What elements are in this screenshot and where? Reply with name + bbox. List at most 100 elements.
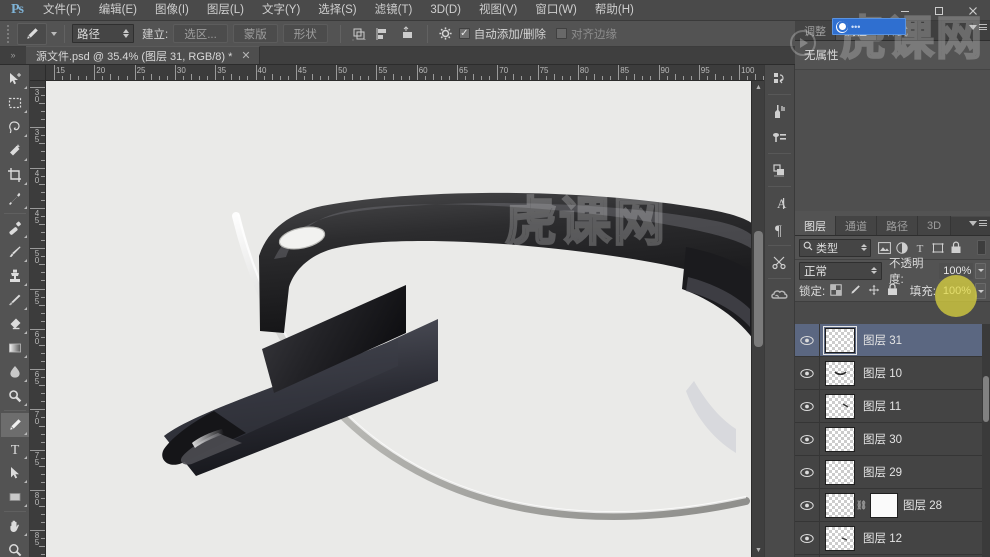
path-alignment-icon[interactable] (372, 23, 394, 44)
layer-name[interactable]: 图层 28 (903, 497, 942, 513)
blend-mode-spinner[interactable] (871, 267, 878, 274)
align-edges-box[interactable] (556, 28, 567, 39)
history-panel-icon[interactable] (764, 65, 795, 91)
table-row[interactable]: 图层 30 (795, 423, 990, 456)
fill-value[interactable]: 100% (939, 283, 973, 299)
brush-tool[interactable] (1, 240, 29, 264)
eyedropper-tool-flyout[interactable] (23, 206, 27, 209)
pen-tool-preset-caret[interactable] (51, 31, 57, 36)
layer-mask-thumbnail[interactable] (870, 492, 898, 518)
layer-name[interactable]: 图层 31 (863, 332, 902, 348)
align-edges-checkbox[interactable]: 对齐边缘 (556, 26, 617, 42)
move-tool-flyout[interactable] (23, 86, 27, 89)
tab-paths[interactable]: 路径 (877, 216, 918, 235)
marquee-tool-flyout[interactable] (23, 110, 27, 113)
fill-caret-icon[interactable] (975, 283, 986, 299)
table-row[interactable]: 图层 29 (795, 456, 990, 489)
table-row[interactable]: ⛓ 图层 28 (795, 489, 990, 522)
menu-image[interactable]: 图像(I) (146, 0, 198, 21)
filter-toggle[interactable] (977, 240, 986, 255)
options-bar-grip[interactable] (4, 24, 13, 44)
layer-visibility-icon[interactable] (795, 390, 819, 423)
move-tool[interactable] (1, 67, 29, 91)
paragraph-panel-icon[interactable]: ¶ (764, 216, 795, 242)
auto-add-delete-box[interactable] (458, 28, 470, 39)
path-operations-icon[interactable] (348, 23, 370, 44)
lock-position-icon[interactable] (868, 284, 880, 299)
tab-layers[interactable]: 图层 (795, 216, 836, 235)
menu-view[interactable]: 视图(V) (470, 0, 526, 21)
rectangle-tool[interactable] (1, 485, 29, 509)
make-shape-button[interactable]: 形状 (282, 24, 328, 43)
shape-filter-icon[interactable] (931, 241, 945, 255)
layer-thumbnail[interactable] (825, 360, 855, 386)
tabbar-collapse-icon[interactable]: » (0, 46, 26, 64)
lasso-tool[interactable] (1, 115, 29, 139)
menu-edit[interactable]: 编辑(E) (90, 0, 146, 21)
vertical-ruler[interactable]: 303540455055606570758085 (30, 81, 46, 557)
lock-image-icon[interactable] (849, 284, 861, 299)
menu-file[interactable]: 文件(F) (34, 0, 90, 21)
creative-cloud-icon[interactable] (764, 282, 795, 308)
adjustment-filter-icon[interactable] (895, 241, 909, 255)
zoom-tool[interactable] (1, 538, 29, 557)
mask-link-icon[interactable]: ⛓ (856, 500, 867, 511)
hand-tool[interactable] (1, 514, 29, 538)
clone-stamp-tool[interactable] (1, 264, 29, 288)
layer-name[interactable]: 图层 29 (863, 464, 902, 480)
scroll-up-arrow[interactable]: ▲ (752, 81, 764, 94)
actions-panel-icon[interactable] (764, 249, 795, 275)
layers-panel-menu-button[interactable] (969, 220, 987, 226)
layer-visibility-icon[interactable] (795, 324, 819, 357)
pixel-filter-icon[interactable] (877, 241, 891, 255)
blend-mode-select[interactable]: 正常 (799, 261, 883, 280)
layer-name[interactable]: 图层 30 (863, 431, 902, 447)
crop-tool[interactable] (1, 163, 29, 187)
menu-3d[interactable]: 3D(D) (421, 0, 470, 21)
horizontal-ruler[interactable]: 15 20 25 30 35 40 45 50 55 60 65 70 75 80 85 90 95 100 (46, 65, 764, 81)
tab-3d[interactable]: 3D (918, 216, 952, 235)
scroll-down-arrow[interactable]: ▼ (752, 544, 764, 557)
gradient-tool-flyout[interactable] (23, 355, 27, 358)
layer-filter-type-select[interactable]: 类型 (799, 238, 871, 257)
layers-scrollbar[interactable] (982, 324, 990, 557)
table-row[interactable]: 图层 10 (795, 357, 990, 390)
canvas-scroll-thumb[interactable] (754, 231, 763, 347)
layer-visibility-icon[interactable] (795, 423, 819, 456)
cc-sync-badge[interactable]: ••• (832, 18, 906, 35)
marquee-tool[interactable] (1, 91, 29, 115)
pen-tool-icon[interactable] (17, 22, 47, 45)
artboard[interactable] (46, 81, 756, 557)
path-selection-tool-flyout[interactable] (23, 480, 27, 483)
layer-thumbnail[interactable] (825, 426, 855, 452)
swatches-panel-icon[interactable] (764, 124, 795, 150)
eraser-tool-flyout[interactable] (23, 331, 27, 334)
table-row[interactable]: 图层 31 (795, 324, 990, 357)
history-brush-tool-flyout[interactable] (23, 307, 27, 310)
blur-tool[interactable] (1, 360, 29, 384)
layer-thumbnail[interactable] (823, 325, 857, 355)
document-tab-close-icon[interactable]: ✕ (241, 49, 250, 62)
character-panel-icon[interactable]: A (764, 190, 795, 216)
healing-brush-tool[interactable] (1, 216, 29, 240)
canvas-area[interactable]: ▲ ▼ (46, 81, 764, 557)
layer-visibility-icon[interactable] (795, 456, 819, 489)
properties-panel-menu-button[interactable] (969, 24, 987, 30)
table-row[interactable]: 图层 12 (795, 522, 990, 555)
clone-stamp-tool-flyout[interactable] (23, 283, 27, 286)
path-mode-spinner[interactable] (123, 29, 129, 38)
document-tab[interactable]: 源文件.psd @ 35.4% (图层 31, RGB/8) * ✕ (26, 46, 260, 64)
hand-tool-flyout[interactable] (23, 533, 27, 536)
maximize-button[interactable] (922, 0, 956, 21)
pen-tool-flyout[interactable] (23, 432, 27, 435)
magic-wand-tool[interactable] (1, 139, 29, 163)
rectangle-tool-flyout[interactable] (23, 504, 27, 507)
auto-add-delete-checkbox[interactable]: 自动添加/删除 (458, 26, 546, 42)
opacity-caret-icon[interactable] (975, 262, 986, 279)
type-tool-flyout[interactable] (23, 456, 27, 459)
layer-thumbnail[interactable] (825, 459, 855, 485)
menu-type[interactable]: 文字(Y) (253, 0, 309, 21)
lock-all-icon[interactable] (887, 283, 898, 299)
layer-visibility-icon[interactable] (795, 357, 819, 390)
healing-brush-tool-flyout[interactable] (23, 235, 27, 238)
